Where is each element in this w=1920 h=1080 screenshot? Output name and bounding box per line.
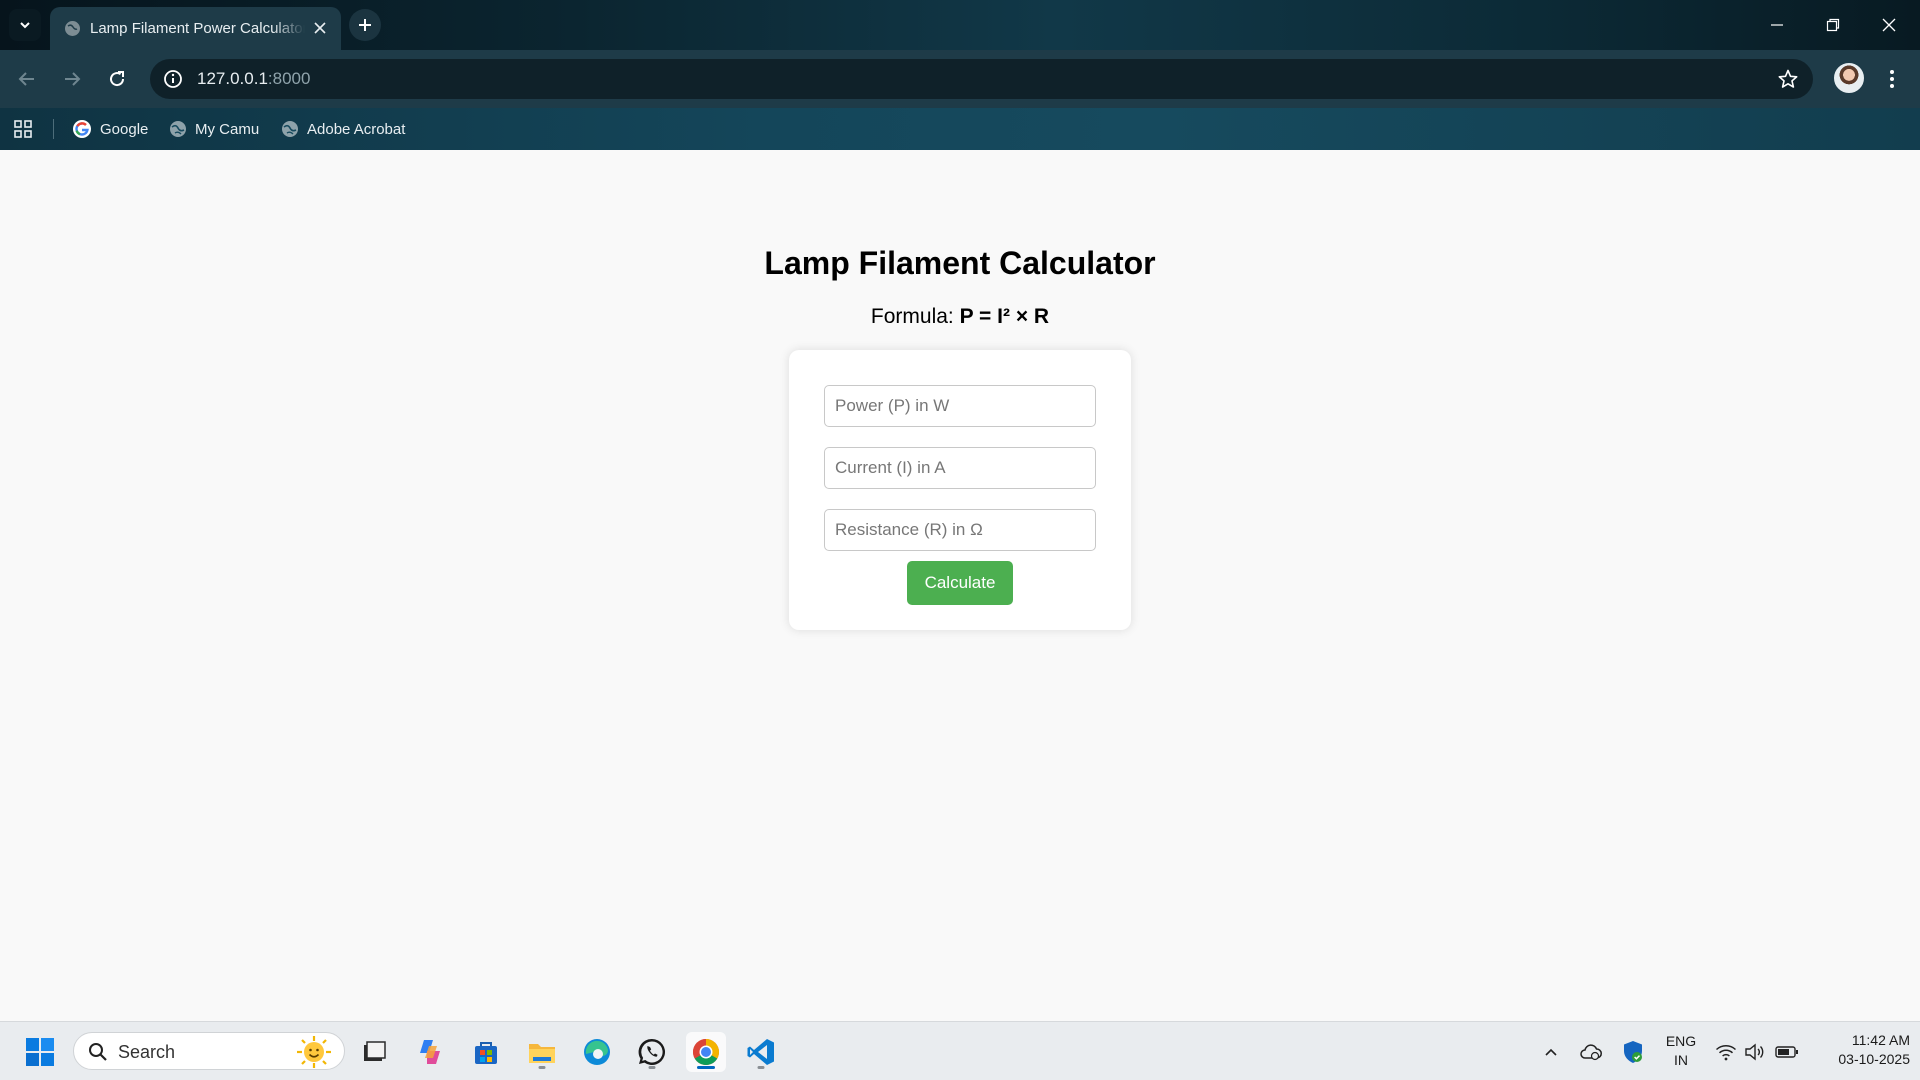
page-content: Lamp Filament Calculator Formula: P = I²… [0,150,1920,1021]
more-vert-icon [1890,70,1894,88]
calculate-button[interactable]: Calculate [907,561,1013,605]
volume-tray-button[interactable] [1740,1032,1770,1072]
address-bar[interactable]: 127.0.0.1:8000 [150,59,1813,99]
bookmark-star-icon[interactable] [1777,68,1799,95]
shield-icon [1624,1041,1642,1063]
task-view-icon [364,1041,386,1061]
start-button[interactable] [20,1032,60,1072]
formula-expression: P = I² × R [959,305,1050,328]
site-info-icon[interactable] [162,68,184,95]
copilot-icon [420,1040,440,1064]
folder-icon [529,1044,555,1063]
bookmark-my-camu[interactable]: My Camu [169,117,259,141]
formula-text: Formula: P = I² × R [0,305,1920,329]
browser-toolbar: 127.0.0.1:8000 [0,50,1920,108]
wifi-icon [1715,1045,1737,1061]
whatsapp-icon [638,1038,666,1065]
copilot-button[interactable] [410,1032,450,1072]
browser-menu-button[interactable] [1880,64,1904,94]
store-icon [475,1042,497,1064]
resistance-input[interactable] [824,509,1096,551]
battery-tray-button[interactable] [1770,1032,1804,1072]
bookmark-adobe-acrobat[interactable]: Adobe Acrobat [281,117,405,141]
reload-button[interactable] [101,63,133,95]
search-label: Search [118,1042,176,1062]
chevron-down-icon [20,22,30,29]
bookmark-google[interactable]: Google [72,117,148,141]
url-text: 127.0.0.1:8000 [197,69,311,88]
region-code: IN [1674,1052,1688,1068]
language-indicator[interactable]: ENG IN [1656,1033,1706,1068]
globe-icon [64,20,81,42]
globe-icon [170,121,186,137]
active-tab[interactable]: Lamp Filament Power Calculator [50,7,341,50]
apps-grid-icon[interactable] [13,119,33,144]
clock[interactable]: 11:42 AM 03-10-2025 [1810,1032,1910,1067]
edge-button[interactable] [577,1032,617,1072]
minimize-icon [1771,24,1783,26]
close-icon [1882,18,1896,32]
show-hidden-icons-button[interactable] [1534,1032,1568,1072]
minimize-button[interactable] [1749,0,1805,50]
globe-icon [282,121,298,137]
restore-button[interactable] [1805,0,1861,50]
plus-icon [359,19,371,31]
tab-title: Lamp Filament Power Calculator [90,20,305,37]
onedrive-tray-button[interactable] [1574,1032,1608,1072]
chrome-button[interactable] [686,1032,726,1072]
reload-icon [110,71,125,87]
wifi-tray-button[interactable] [1711,1032,1741,1072]
close-tab-icon[interactable] [313,21,327,40]
microsoft-store-button[interactable] [466,1032,506,1072]
power-input[interactable] [824,385,1096,427]
search-icon [89,1043,107,1061]
edge-icon [584,1039,610,1065]
browser-title-bar: Lamp Filament Power Calculator [0,0,1920,50]
page-title: Lamp Filament Calculator [764,245,1156,281]
battery-icon [1775,1046,1798,1058]
speaker-icon [1745,1043,1764,1061]
clock-date: 03-10-2025 [1838,1051,1910,1067]
cloud-sync-icon [1580,1044,1602,1061]
taskbar-search[interactable]: Search [73,1032,345,1070]
formula-label: Formula: [870,305,954,328]
tab-search-button[interactable] [9,9,41,41]
vscode-button[interactable] [741,1032,781,1072]
restore-icon [1826,18,1840,32]
windows-logo-icon [26,1038,54,1066]
security-tray-button[interactable] [1616,1032,1650,1072]
bookmark-label: My Camu [195,120,260,138]
bookmarks-bar: Google My Camu Adobe Acrobat [0,108,1920,150]
calculator-card: Calculate [789,350,1131,630]
active-indicator [697,1066,715,1069]
chevron-up-icon [1545,1048,1557,1056]
running-indicator [648,1066,656,1069]
running-indicator [538,1066,546,1069]
close-window-button[interactable] [1861,0,1917,50]
new-tab-button[interactable] [349,9,381,41]
taskbar: Search ENG IN 11:42 AM 03-10-2025 [0,1021,1920,1080]
google-icon [73,120,91,138]
vscode-icon [747,1039,774,1065]
arrow-right-icon [65,72,81,86]
language-code: ENG [1665,1033,1697,1049]
arrow-left-icon [18,72,34,86]
forward-button[interactable] [56,63,88,95]
profile-avatar[interactable] [1834,63,1864,93]
bookmarks-separator [53,119,54,139]
back-button[interactable] [11,63,43,95]
clock-time: 11:42 AM [1851,1032,1910,1048]
bookmark-label: Google [100,120,149,138]
task-view-button[interactable] [354,1032,394,1072]
current-input[interactable] [824,447,1096,489]
running-indicator [757,1066,765,1069]
bookmark-label: Adobe Acrobat [307,120,406,138]
file-explorer-button[interactable] [522,1032,562,1072]
chrome-icon [692,1039,720,1066]
sun-widget-icon [297,1036,331,1068]
whatsapp-button[interactable] [632,1032,672,1072]
